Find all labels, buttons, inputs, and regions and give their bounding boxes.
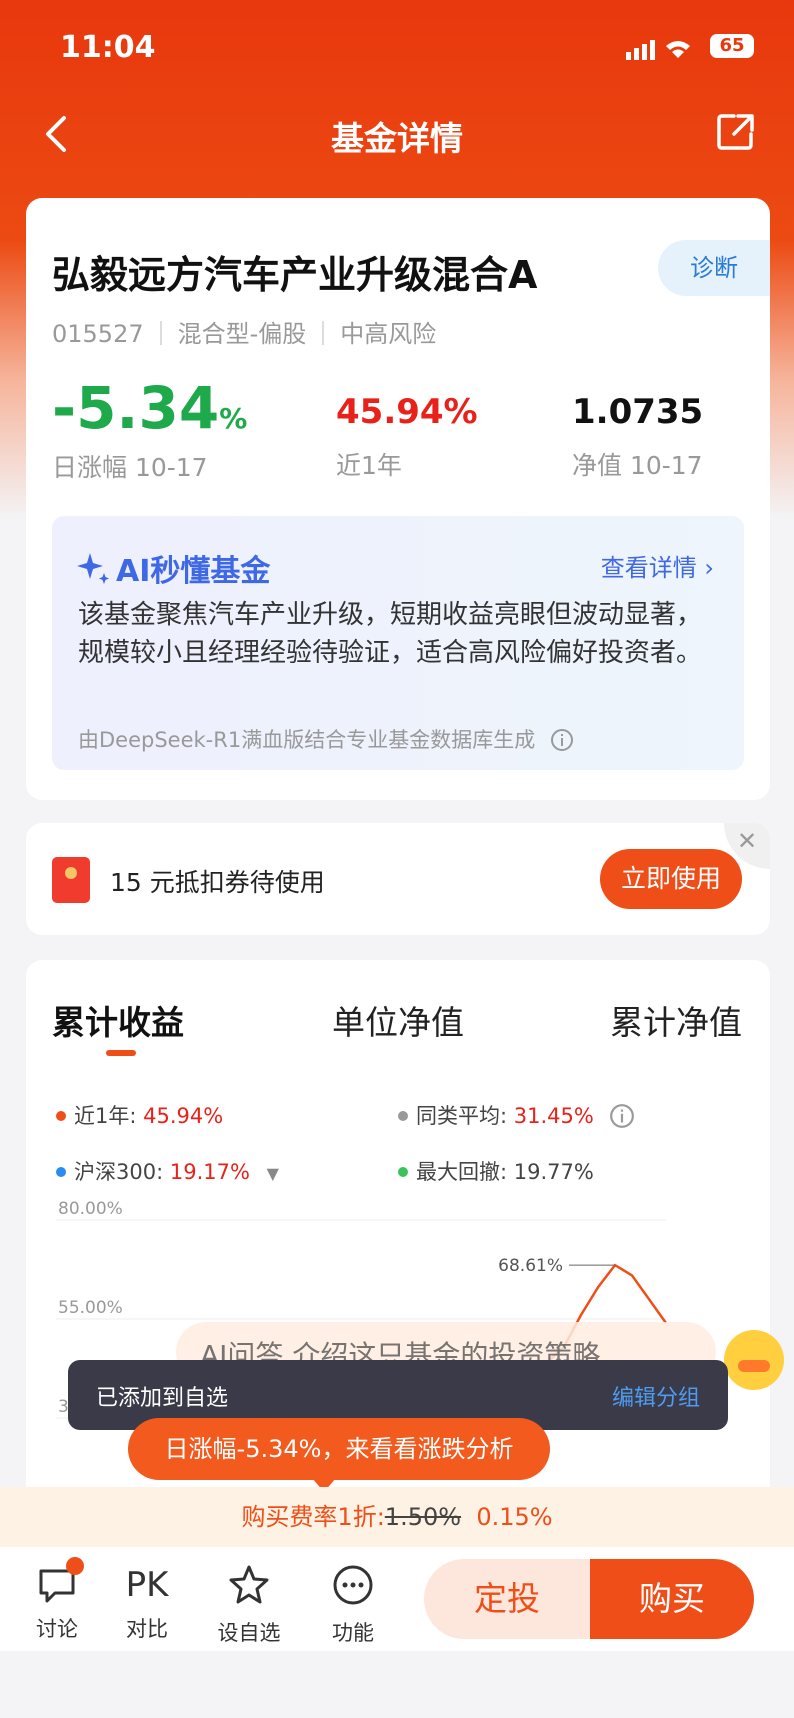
use-coupon-button[interactable]: 立即使用 [600,849,742,909]
ai-summary-text: 该基金聚焦汽车产业升级，短期收益亮眼但波动显著，规模较小且经理经验待验证，适合高… [78,600,703,668]
pk-icon: PK [125,1565,169,1605]
share-icon[interactable] [716,112,756,156]
toast-text: 已添加到自选 [96,1386,229,1411]
info-icon [550,729,573,751]
chevron-right-icon: › [704,554,714,582]
coupon-text: 15 元抵扣券待使用 [110,868,325,897]
notification-dot [66,1557,84,1575]
status-time: 11:04 [60,30,156,65]
battery-indicator: 65 [710,34,754,58]
year-return-value: 45.94% [336,392,478,432]
nav-label: 净值 10-17 [572,451,703,480]
daily-change-label: 日涨幅 10-17 [52,453,208,482]
add-favorite-button[interactable]: 设自选 [214,1563,284,1647]
ai-footer: 由DeepSeek-R1满血版结合专业基金数据库生成 [78,724,574,754]
ai-title: AI秒懂基金 [76,546,270,590]
mascot-icon[interactable] [724,1330,784,1390]
divider [159,321,162,345]
discuss-button[interactable]: 讨论 [22,1557,92,1643]
fund-meta: 015527 混合型-偏股 中高风险 [52,314,436,349]
diagnose-button[interactable]: 诊断 [658,240,770,296]
year-return-stat: 45.94% 近1年 [336,392,478,482]
coupon-card: 15 元抵扣券待使用 立即使用 ✕ [26,823,770,935]
info-icon [609,1104,634,1128]
divider [322,321,325,345]
y-tick-label: 55.00% [58,1298,123,1318]
tab-unit-nav[interactable]: 单位净值 [332,996,464,1044]
function-button[interactable]: 功能 [318,1563,388,1647]
ai-more-link[interactable]: 查看详情 › [601,548,714,583]
nav-bar: 基金详情 [0,100,794,170]
legend-hs300[interactable]: 沪深300: 19.17% ▼ [56,1156,279,1186]
y-tick-label: 80.00% [58,1199,123,1219]
fund-name: 弘毅远方汽车产业升级混合A [52,253,538,297]
legend-peer-average: 同类平均: 31.45% [398,1100,635,1130]
compare-button[interactable]: PK 对比 [112,1563,182,1643]
daily-change-stat: -5.34% 日涨幅 10-17 [52,374,247,484]
buy-button[interactable]: 购买 [590,1559,754,1639]
legend-max-drawdown: 最大回撤: 19.77% [398,1156,594,1186]
nav-stat: 1.0735 净值 10-17 [572,392,703,482]
bottom-bar: 讨论 PK 对比 设自选 功能 定投 购买 [0,1547,794,1651]
peak-annotation: 68.61% [498,1256,563,1276]
sparkle-icon [77,553,109,584]
star-icon [229,1565,269,1604]
edit-group-link[interactable]: 编辑分组 [612,1380,700,1412]
home-indicator-area [0,1651,794,1718]
daily-analysis-bubble[interactable]: 日涨幅-5.34%，来看看涨跌分析 [128,1418,550,1492]
ai-summary-box[interactable]: AI秒懂基金 查看详情 › 该基金聚焦汽车产业升级，短期收益亮眼但波动显著，规模… [52,516,744,770]
more-icon [333,1565,373,1605]
year-return-label: 近1年 [336,451,402,480]
red-envelope-icon [52,857,90,903]
nav-value: 1.0735 [572,392,704,432]
page-title: 基金详情 [331,119,463,158]
legend-year: 近1年: 45.94% [56,1100,223,1130]
signal-wifi-icon [626,38,702,66]
status-bar: 11:04 65 [0,0,794,95]
fund-type: 混合型-偏股 [177,320,307,348]
daily-change-value: -5.34% [52,374,248,442]
fee-bar: 购买费率1折:1.50% 0.15% [0,1487,794,1547]
tab-cumulative-return[interactable]: 累计收益 [52,996,184,1044]
fund-risk: 中高风险 [340,320,437,348]
tab-accum-nav[interactable]: 累计净值 [610,996,742,1044]
auto-invest-button[interactable]: 定投 [424,1559,590,1639]
new-fee: 0.15% [476,1503,553,1531]
old-fee: 1.50% [384,1503,462,1531]
caret-down-icon: ▼ [266,1164,279,1183]
fund-summary-card: 弘毅远方汽车产业升级混合A 诊断 015527 混合型-偏股 中高风险 -5.34%… [26,198,770,800]
fund-code: 015527 [52,320,144,348]
active-tab-indicator [106,1050,136,1056]
